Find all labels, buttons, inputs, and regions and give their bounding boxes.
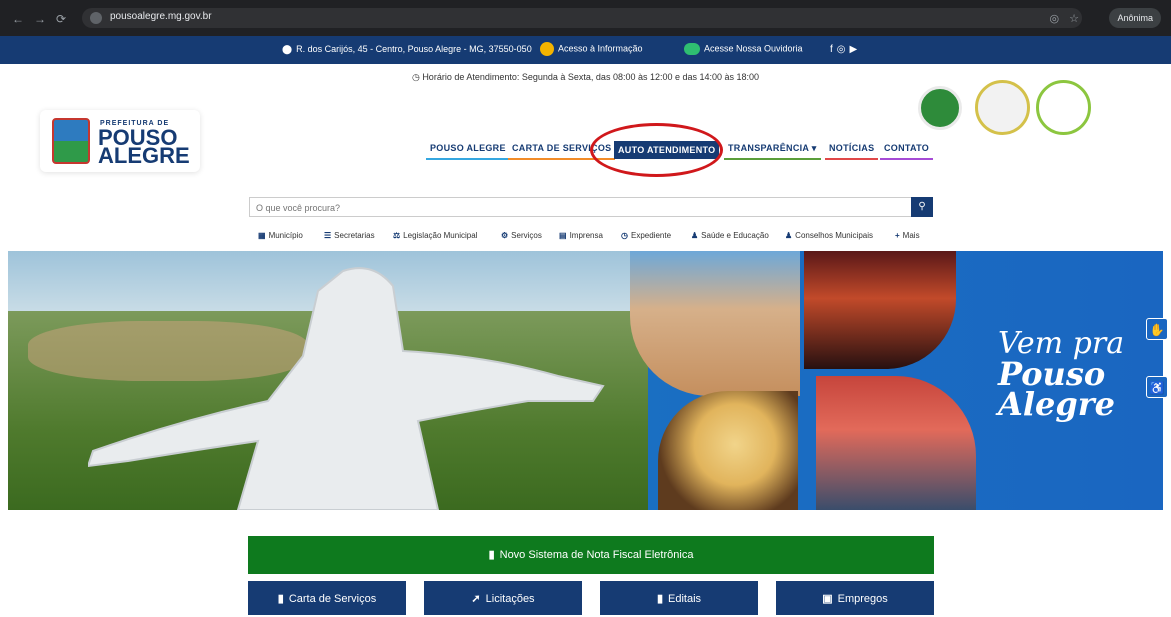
logo-line3: ALEGRE (98, 143, 190, 168)
carta-servicos-button[interactable]: ▮ Carta de Serviços (248, 581, 406, 615)
nav-noticias[interactable]: NOTÍCIAS (825, 140, 879, 160)
instagram-icon[interactable]: ◎ (837, 44, 850, 55)
info-access-icon (540, 42, 554, 56)
quicklink-label: Secretarias (334, 231, 375, 240)
quicklink-label: Serviços (511, 231, 542, 240)
quicklink-expediente[interactable]: ◷ Expediente (621, 231, 671, 240)
documents-icon: ▮ (277, 593, 284, 605)
sign-language-icon[interactable]: ✋ (1146, 318, 1168, 340)
ombudsman-link[interactable]: Acesse Nossa Ouvidoria (684, 43, 803, 55)
newspaper-icon: ▤ (559, 231, 567, 240)
quicklink-label: Mais (902, 231, 920, 240)
accessibility-icon[interactable]: ♿ (1146, 376, 1168, 398)
prevention-seal-icon (918, 86, 962, 130)
address-text: R. dos Carijós, 45 - Centro, Pouso Alegr… (296, 44, 532, 54)
ombudsman-icon (684, 43, 700, 55)
quicklink-mais[interactable]: + Mais (895, 231, 920, 240)
browser-actions[interactable]: ◎☆ (1050, 12, 1089, 25)
ombudsman-text: Acesse Nossa Ouvidoria (704, 43, 803, 54)
church-image (630, 251, 800, 396)
grade-a-seal-icon (1036, 80, 1091, 135)
sign-image (816, 376, 976, 510)
book-icon: ▮ (656, 593, 664, 605)
clock-icon: ◷ (411, 72, 420, 82)
clock-icon: ◷ (621, 231, 628, 240)
city-icon: ▦ (258, 231, 266, 240)
bread-image (658, 391, 798, 510)
search-icon: ⚲ (918, 201, 926, 212)
top-info-bar: ⬤ R. dos Carijós, 45 - Centro, Pouso Aleg… (0, 36, 1171, 64)
concert-image (804, 251, 956, 369)
search-bar: ⚲ (249, 197, 933, 217)
people-icon: ♟ (785, 231, 793, 240)
location-pin-icon: ⬤ (282, 44, 293, 55)
services-icon: ⚙ (501, 231, 509, 240)
quicklink-legislacao[interactable]: ⚖ Legislação Municipal (393, 231, 477, 240)
incognito-badge[interactable]: Anônima (1109, 8, 1161, 28)
gavel-icon: ➚ (471, 593, 481, 605)
nfe-label: Novo Sistema de Nota Fiscal Eletrônica (499, 549, 694, 561)
licitacoes-label: Licitações (485, 593, 535, 605)
empregos-button[interactable]: ▣ Empregos (776, 581, 934, 615)
briefcase-icon: ▣ (822, 593, 833, 605)
quicklink-conselhos[interactable]: ♟ Conselhos Municipais (785, 231, 873, 240)
quicklink-saude-educacao[interactable]: ♟ Saúde e Educação (691, 231, 769, 240)
quicklink-label: Município (268, 231, 303, 240)
city-crest-icon (52, 118, 90, 164)
browser-nav-icons[interactable]: ←→⟳ (12, 12, 76, 26)
people-icon: ♟ (691, 231, 699, 240)
site-logo[interactable]: PREFEITURA DE POUSO ALEGRE (40, 110, 200, 172)
nav-transparencia[interactable]: TRANSPARÊNCIA ▾ (724, 140, 821, 160)
nfe-button[interactable]: ▮ Novo Sistema de Nota Fiscal Eletrônica (248, 536, 934, 574)
nav-pouso-alegre[interactable]: POUSO ALEGRE (426, 140, 510, 160)
business-hours-text: Horário de Atendimento: Segunda à Sexta,… (422, 72, 760, 82)
editais-label: Editais (668, 593, 702, 605)
search-button[interactable]: ⚲ (911, 197, 933, 217)
award-seal-icon (975, 80, 1030, 135)
quicklink-secretarias[interactable]: ☰ Secretarias (324, 231, 375, 240)
browser-chrome: ←→⟳ pousoalegre.mg.gov.br ◎☆ Anônima (0, 0, 1171, 36)
quicklink-imprensa[interactable]: ▤ Imprensa (559, 231, 603, 240)
quicklink-label: Legislação Municipal (403, 231, 478, 240)
quicklink-label: Saúde e Educação (701, 231, 769, 240)
quicklink-servicos[interactable]: ⚙ Serviços (501, 231, 542, 240)
facebook-icon[interactable]: f (830, 44, 837, 55)
info-access-text: Acesso à Informação (558, 43, 643, 54)
carta-servicos-label: Carta de Serviços (288, 593, 377, 605)
search-input[interactable] (250, 199, 890, 217)
quicklink-label: Imprensa (569, 231, 603, 240)
plus-icon: + (895, 231, 900, 240)
list-icon: ☰ (324, 231, 332, 240)
address-bar[interactable] (82, 8, 1082, 28)
highlight-annotation (590, 123, 723, 177)
site-info-icon[interactable] (90, 12, 102, 24)
banner-slogan: Vem pra Pouso Alegre (998, 329, 1124, 423)
licitacoes-button[interactable]: ➚ Licitações (424, 581, 582, 615)
documents-icon: ▮ (488, 549, 495, 561)
christ-statue-image (88, 267, 605, 510)
balance-icon: ⚖ (393, 231, 401, 240)
quicklink-label: Expediente (630, 231, 672, 240)
editais-button[interactable]: ▮ Editais (600, 581, 758, 615)
slogan-line3: Alegre (998, 385, 1115, 423)
quicklink-label: Conselhos Municipais (795, 231, 873, 240)
info-access-link[interactable]: Acesso à Informação (540, 42, 643, 56)
url-text[interactable]: pousoalegre.mg.gov.br (110, 11, 212, 22)
empregos-label: Empregos (837, 593, 888, 605)
hero-banner[interactable]: Vem pra Pouso Alegre (8, 251, 1163, 510)
social-links[interactable]: f◎▶ (830, 44, 861, 55)
quicklink-municipio[interactable]: ▦ Município (258, 231, 303, 240)
nav-contato[interactable]: CONTATO (880, 140, 934, 160)
address-link[interactable]: ⬤ R. dos Carijós, 45 - Centro, Pouso Aleg… (282, 44, 532, 55)
youtube-icon[interactable]: ▶ (850, 44, 862, 55)
